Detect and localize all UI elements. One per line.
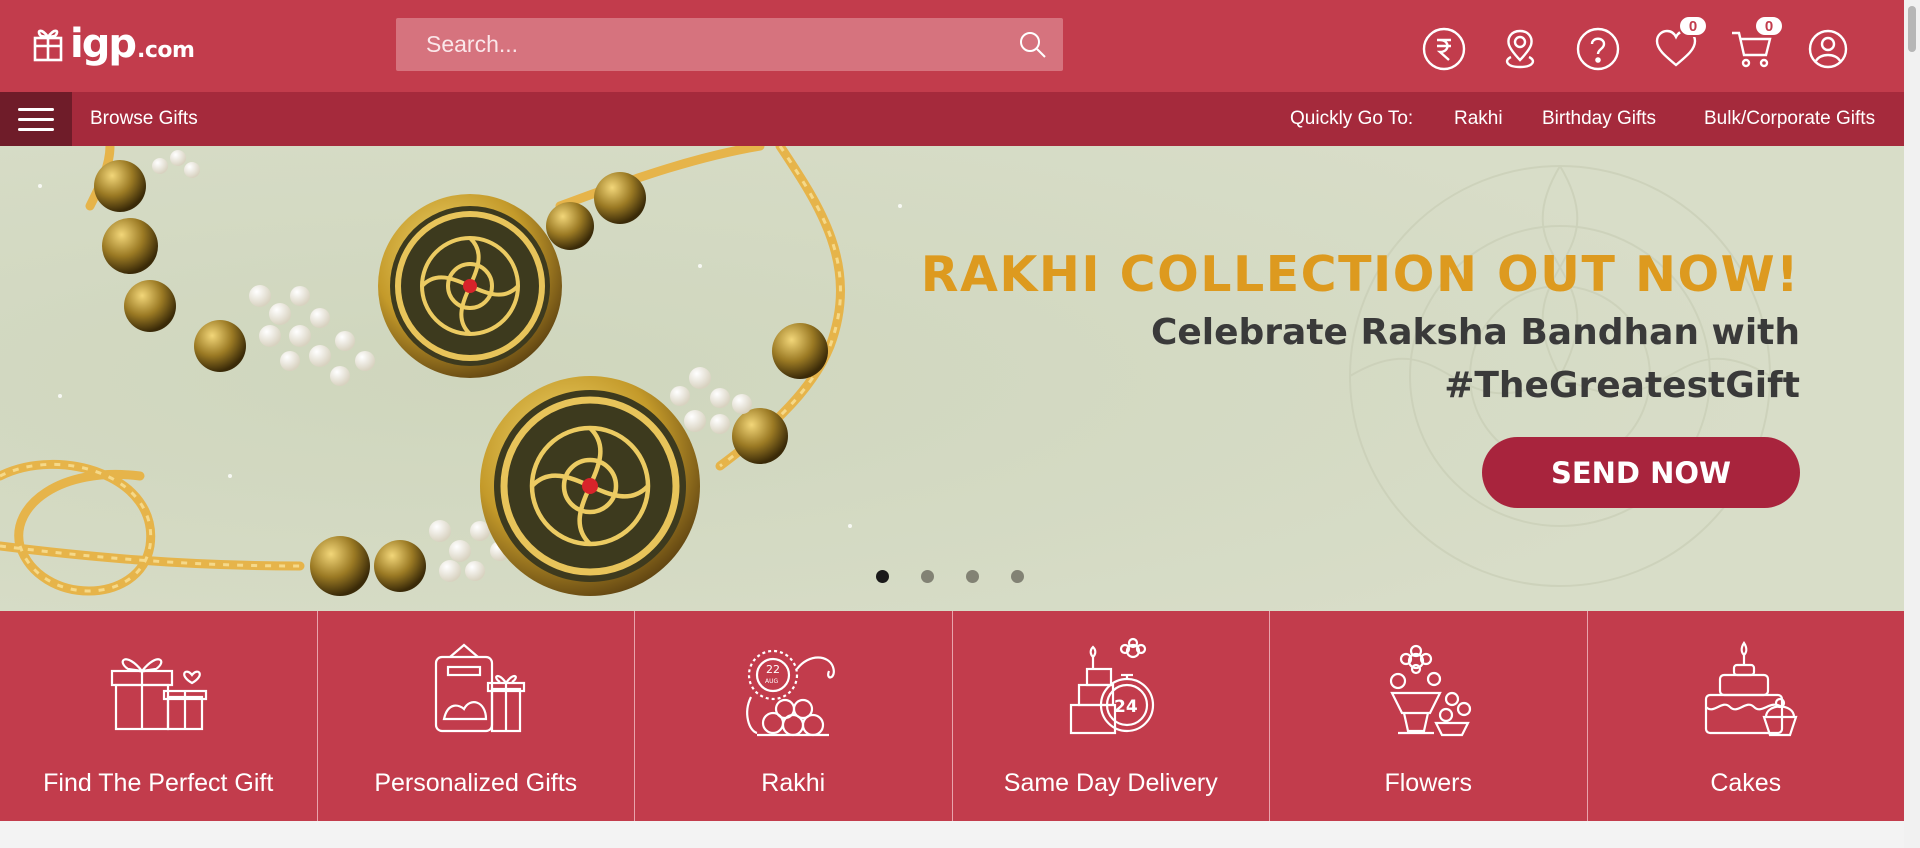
help-icon[interactable] — [1576, 27, 1620, 71]
category-label: Rakhi — [761, 769, 826, 797]
user-icon[interactable] — [1806, 27, 1850, 71]
browse-gifts-link[interactable]: Browse Gifts — [90, 92, 198, 146]
personalized-gift-icon — [434, 643, 525, 733]
page-scrollbar[interactable] — [1904, 0, 1920, 848]
flowers-icon — [1390, 644, 1472, 737]
category-label: Personalized Gifts — [374, 769, 578, 797]
nav-bar: Browse Gifts Quickly Go To: Rakhi Birthd… — [0, 92, 1904, 146]
hero-subtitle-line1: Celebrate Raksha Bandhan with — [1150, 312, 1800, 353]
gift-logo-icon — [33, 29, 63, 62]
category-tiles: Find The Perfect Gift Personalized Gifts… — [0, 611, 1904, 821]
carousel-dot-3[interactable] — [966, 570, 979, 583]
category-rakhi[interactable]: 22 AUG Rakhi — [635, 611, 953, 821]
logo-wordmark: igp — [70, 21, 137, 67]
quick-go-label: Quickly Go To: — [1290, 108, 1414, 129]
same-day-delivery-icon: 24 — [1069, 637, 1154, 735]
site-logo[interactable]: igp .com — [32, 20, 195, 68]
cart-count-badge: 0 — [1754, 15, 1784, 37]
category-same-day-delivery[interactable]: 24 Same Day Delivery — [952, 611, 1270, 821]
quick-link-rakhi[interactable]: Rakhi — [1454, 92, 1503, 146]
wishlist-count-badge: 0 — [1678, 15, 1708, 37]
category-label: Find The Perfect Gift — [43, 769, 274, 797]
svg-text:22: 22 — [766, 663, 780, 676]
category-flowers[interactable]: Flowers — [1270, 611, 1588, 821]
svg-text:24: 24 — [1114, 697, 1138, 717]
heart-icon[interactable]: 0 — [1654, 15, 1708, 71]
search-input[interactable] — [396, 18, 1003, 71]
carousel-dot-4[interactable] — [1011, 570, 1024, 583]
search-icon[interactable] — [1003, 18, 1063, 71]
carousel-dots — [876, 570, 1024, 583]
search-bar — [396, 18, 1063, 71]
category-label: Cakes — [1710, 769, 1782, 797]
cart-icon[interactable]: 0 — [1730, 15, 1784, 71]
rupee-icon[interactable] — [1422, 27, 1466, 71]
logo-domain: .com — [136, 37, 195, 63]
hamburger-menu-icon[interactable] — [0, 92, 72, 146]
hero-subtitle: Celebrate Raksha Bandhan with #TheGreate… — [1040, 306, 1800, 412]
location-pin-icon[interactable] — [1498, 27, 1542, 71]
carousel-dot-2[interactable] — [921, 570, 934, 583]
site-header: igp .com Search... 0 0 — [0, 0, 1904, 92]
category-personalized-gifts[interactable]: Personalized Gifts — [317, 611, 635, 821]
carousel-dot-1[interactable] — [876, 570, 889, 583]
hero-title: RAKHI COLLECTION OUT NOW! — [920, 246, 1800, 303]
category-label: Same Day Delivery — [1003, 769, 1218, 797]
quick-link-birthday-gifts[interactable]: Birthday Gifts — [1542, 92, 1656, 146]
gift-box-icon — [111, 658, 208, 731]
category-find-perfect-gift[interactable]: Find The Perfect Gift — [0, 611, 318, 821]
category-cakes[interactable]: Cakes — [1587, 611, 1904, 821]
send-now-button[interactable]: SEND NOW — [1482, 437, 1800, 508]
hero-banner[interactable]: RAKHI COLLECTION OUT NOW! Celebrate Raks… — [0, 146, 1904, 611]
svg-text:AUG: AUG — [765, 678, 778, 685]
category-label: Flowers — [1384, 769, 1472, 797]
cake-icon — [1704, 641, 1798, 737]
scrollbar-thumb[interactable] — [1908, 6, 1916, 52]
rakhi-icon: 22 AUG — [746, 649, 836, 737]
hero-subtitle-line2: #TheGreatestGift — [1444, 365, 1800, 406]
quick-link-bulk-corporate-gifts[interactable]: Bulk/Corporate Gifts — [1704, 92, 1875, 146]
